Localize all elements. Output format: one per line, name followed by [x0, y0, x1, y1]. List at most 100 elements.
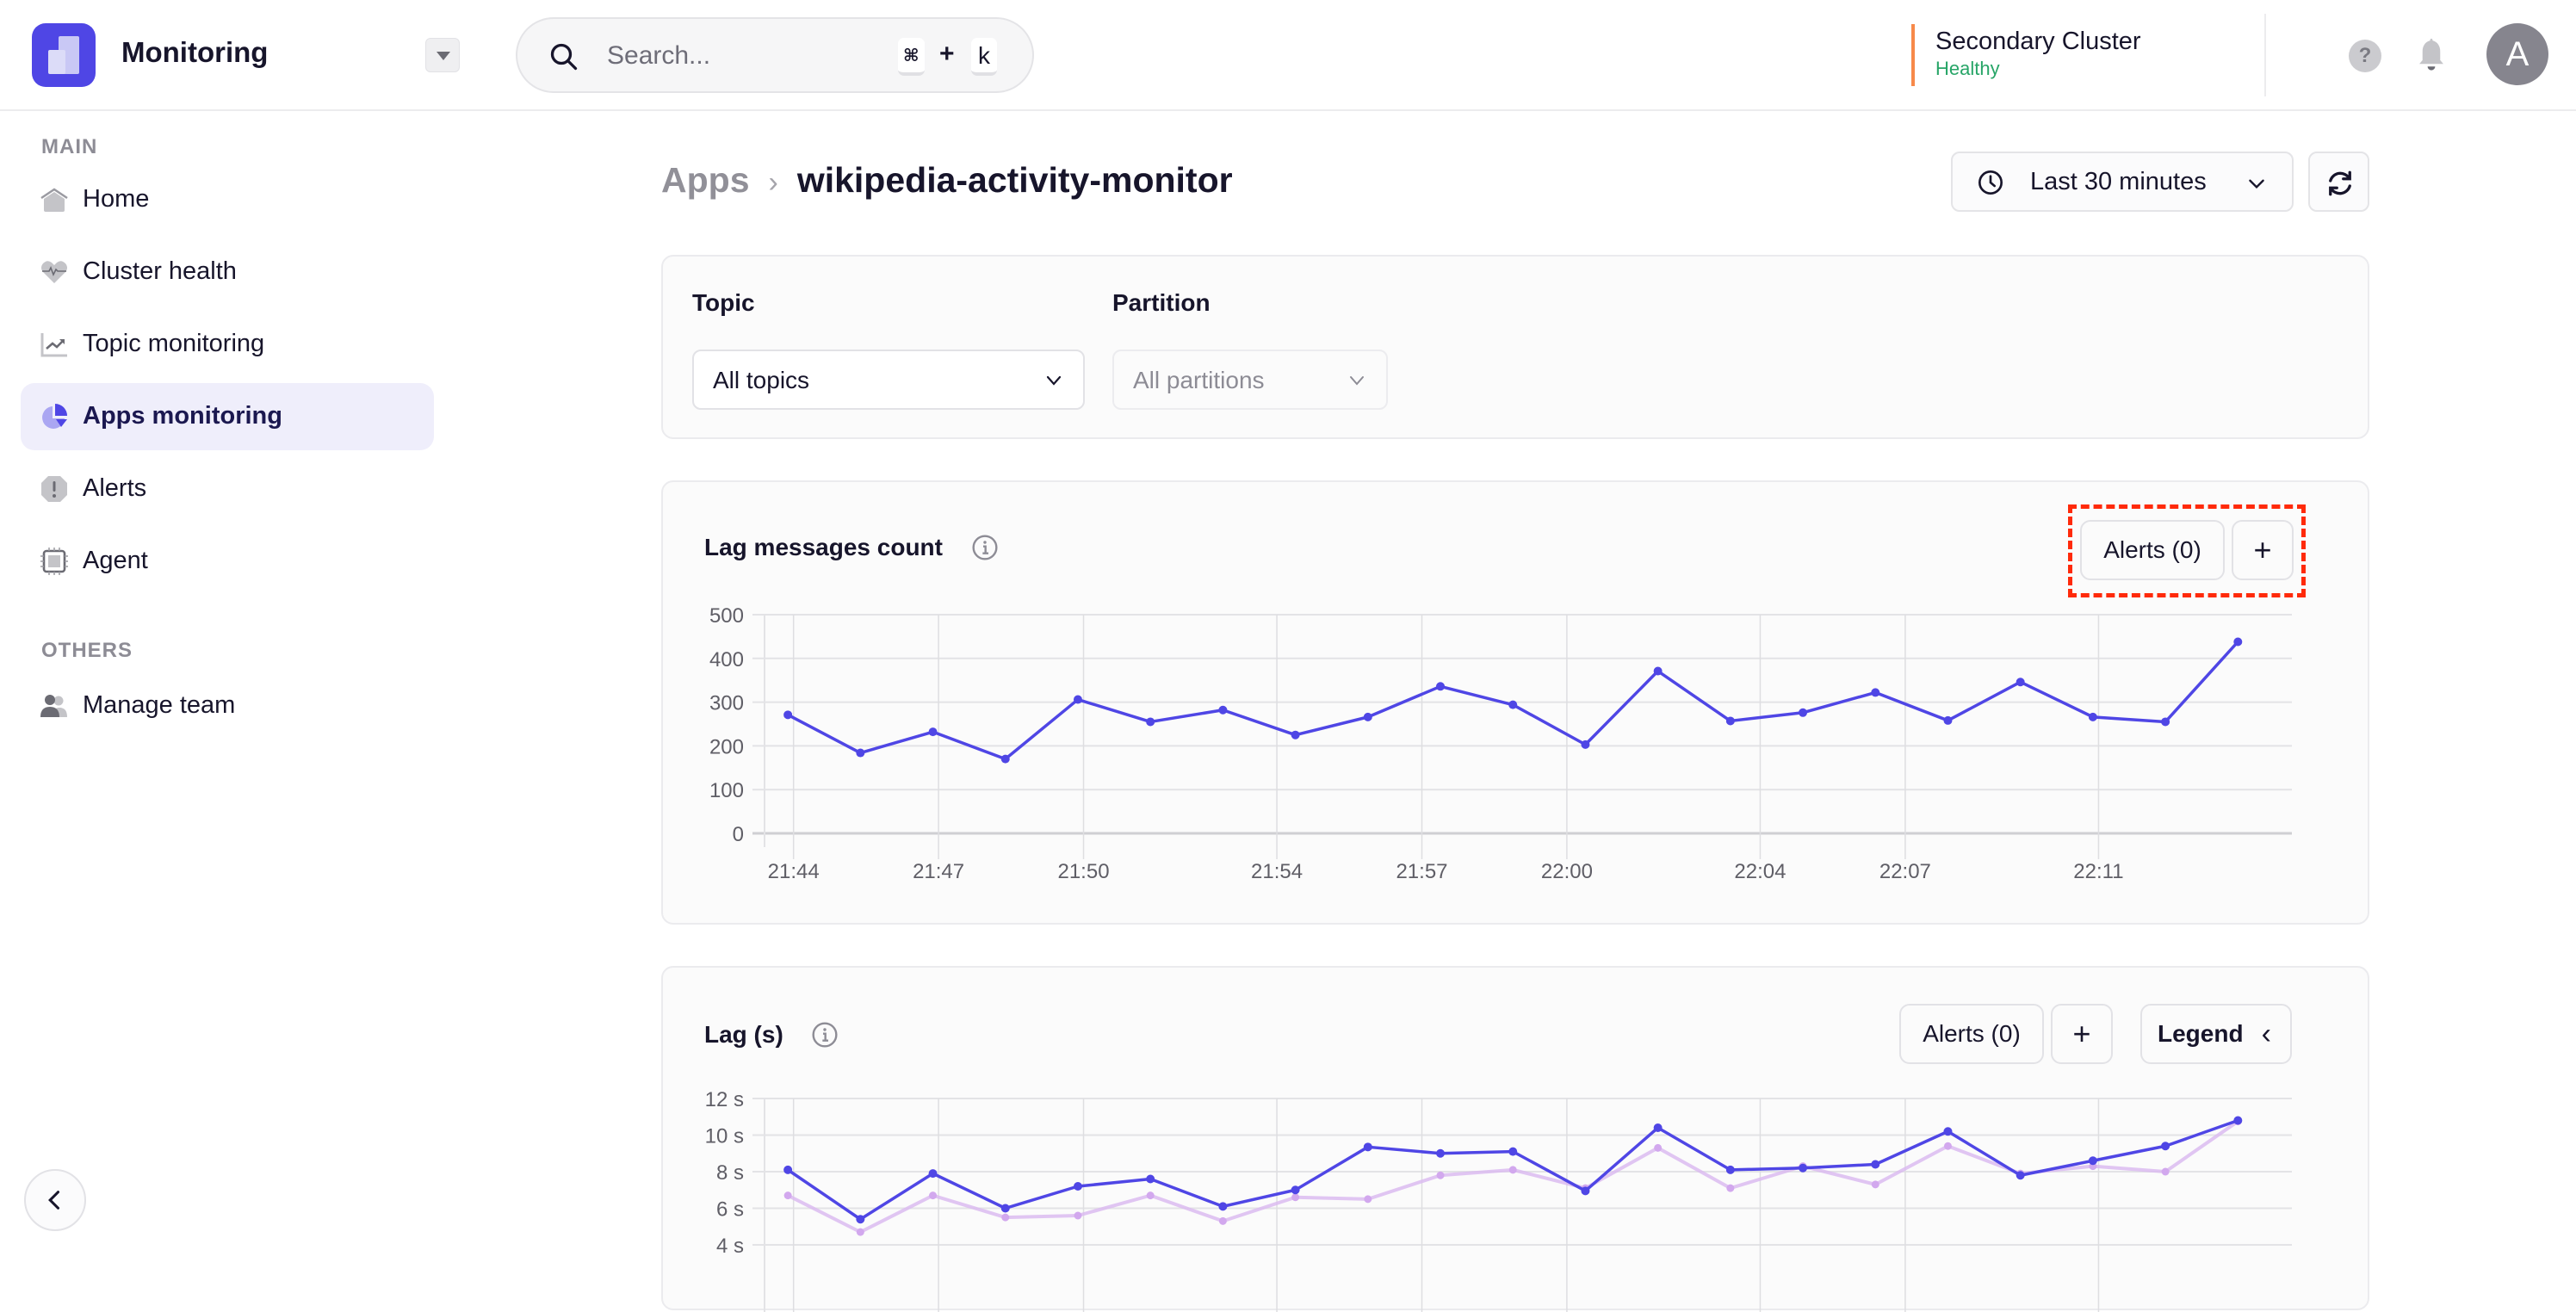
cluster-selector[interactable]: Secondary Cluster Healthy [1911, 24, 2141, 86]
data-point [928, 727, 938, 737]
chevron-down-icon [2249, 179, 2264, 189]
help-icon[interactable]: ? [2349, 40, 2381, 72]
y-tick-label: 100 [709, 779, 744, 802]
y-tick-label: 300 [709, 692, 744, 715]
data-point [1291, 1185, 1300, 1195]
y-tick-label: 4 s [716, 1235, 744, 1258]
x-tick-label: 22:07 [1879, 860, 1931, 883]
data-point [2088, 1156, 2097, 1166]
x-tick-label: 22:04 [1734, 860, 1786, 883]
sidebar-item-label: Home [83, 185, 150, 213]
collapse-sidebar-button[interactable] [24, 1169, 86, 1231]
chevron-left-icon [48, 1191, 60, 1210]
alert-octagon-icon [41, 476, 67, 502]
data-point [1871, 688, 1880, 697]
sidebar-item-manage-team[interactable]: Manage team [21, 672, 434, 740]
x-tick-label: 22:00 [1541, 860, 1593, 883]
data-point [1581, 740, 1590, 749]
sidebar-item-label: Topic monitoring [83, 330, 265, 357]
data-point [1001, 1213, 1010, 1222]
clock-icon [1978, 170, 2003, 195]
bell-icon[interactable] [2416, 36, 2447, 74]
data-point [1218, 1216, 1227, 1225]
data-point [1871, 1180, 1879, 1189]
data-point [1364, 1195, 1372, 1204]
data-point [1074, 1211, 1082, 1220]
data-point [1073, 695, 1082, 704]
data-point [1073, 1182, 1082, 1191]
sidebar-item-cluster-health[interactable]: Cluster health [21, 238, 434, 306]
data-point [1291, 1193, 1300, 1202]
breadcrumb: Apps › wikipedia-activity-monitor [661, 160, 1233, 201]
x-tick-label: 21:54 [1251, 860, 1303, 883]
app-switcher-dropdown-button[interactable] [425, 38, 460, 72]
data-point [929, 1191, 938, 1200]
app-title: Monitoring [121, 36, 269, 68]
sidebar-item-home[interactable]: Home [21, 166, 434, 233]
data-point [1146, 717, 1155, 727]
x-tick-label: 22:11 [2073, 860, 2123, 883]
data-point [1943, 715, 1953, 725]
data-point [1146, 1191, 1155, 1200]
search-placeholder: Search... [607, 41, 711, 70]
time-range-label: Last 30 minutes [2030, 168, 2207, 195]
page-title: wikipedia-activity-monitor [796, 160, 1233, 200]
data-point [1000, 754, 1010, 764]
data-point [1436, 682, 1446, 691]
data-point [1508, 1147, 1518, 1156]
x-tick-label: 21:50 [1057, 860, 1109, 883]
data-point [2088, 712, 2097, 721]
lag-seconds-panel: Lag (s) Alerts (0) + Legend ‹ 4 s6 s8 s1… [661, 966, 2369, 1312]
data-point [1726, 1184, 1735, 1192]
refresh-button[interactable] [2308, 152, 2369, 212]
data-point [2233, 1116, 2243, 1125]
x-tick-label: 21:44 [768, 860, 820, 883]
data-point [1508, 700, 1518, 709]
sidebar-item-topic-monitoring[interactable]: Topic monitoring [21, 311, 434, 378]
chevron-down-icon [1350, 376, 1364, 386]
sidebar-item-alerts[interactable]: Alerts [21, 455, 434, 523]
data-point [1508, 1166, 1517, 1174]
x-tick-label: 21:57 [1396, 860, 1447, 883]
highlight-annotation [2068, 504, 2306, 597]
home-icon [40, 188, 68, 212]
data-point [1871, 1160, 1880, 1169]
shortcut-plus: + [939, 40, 955, 68]
topic-select[interactable]: All topics [692, 350, 1085, 410]
y-tick-label: 400 [709, 648, 744, 671]
data-point [1725, 1165, 1735, 1174]
data-point [2161, 717, 2170, 727]
data-point [2233, 637, 2243, 647]
sidebar-item-apps-monitoring[interactable]: Apps monitoring [21, 383, 434, 450]
breadcrumb-apps-link[interactable]: Apps [661, 160, 750, 200]
users-icon [40, 695, 67, 717]
cluster-name: Secondary Cluster [1935, 28, 2141, 55]
data-point [1581, 1186, 1590, 1196]
time-range-select[interactable]: Last 30 minutes [1951, 152, 2294, 212]
filter-panel: Topic All topics Partition All partition… [661, 255, 2369, 439]
topic-label: Topic [692, 289, 755, 316]
user-avatar[interactable]: A [2486, 23, 2548, 85]
data-point [2161, 1167, 2170, 1176]
breadcrumb-separator: › [768, 166, 778, 199]
data-point [2016, 1171, 2025, 1180]
shortcut-k-key: k [971, 38, 997, 76]
data-point [1943, 1127, 1953, 1136]
sidebar-item-agent[interactable]: Agent [21, 528, 434, 595]
partition-label: Partition [1112, 289, 1211, 316]
sidebar-section-main: MAIN [41, 135, 98, 158]
data-point [1436, 1148, 1446, 1158]
data-point [1725, 716, 1735, 726]
shortcut-cmd-key: ⌘ [898, 38, 925, 76]
data-point [2161, 1142, 2170, 1151]
y-tick-label: 500 [709, 604, 744, 628]
y-tick-label: 8 s [716, 1161, 744, 1185]
y-tick-label: 200 [709, 735, 744, 758]
data-point [1436, 1171, 1445, 1179]
app-logo-icon[interactable] [32, 23, 96, 87]
data-point [1218, 1202, 1228, 1211]
search-input[interactable]: Search... ⌘ + k [516, 17, 1034, 93]
lag-seconds-chart: 4 s 6 s 8 s 10 s 12 s [705, 1088, 2292, 1312]
partition-select[interactable]: All partitions [1112, 350, 1388, 410]
y-tick-label: 10 s [705, 1125, 744, 1148]
